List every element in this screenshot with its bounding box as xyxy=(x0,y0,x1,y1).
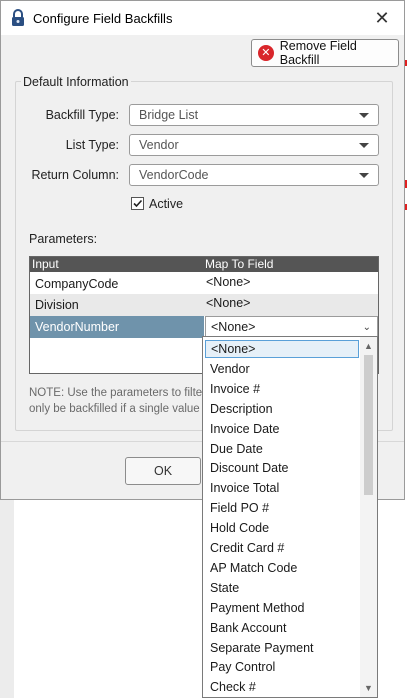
list-type-value: Vendor xyxy=(139,138,179,152)
dropdown-option[interactable]: Hold Code xyxy=(209,519,360,537)
dropdown-option[interactable]: Field PO # xyxy=(209,499,360,517)
dropdown-scrollbar[interactable]: ▲ ▼ xyxy=(360,337,377,697)
dropdown-option[interactable]: AP Match Code xyxy=(209,559,360,577)
scroll-up-icon[interactable]: ▲ xyxy=(360,339,377,353)
dropdown-arrow-icon xyxy=(359,113,369,118)
dropdown-option[interactable]: State xyxy=(209,579,360,597)
dropdown-option[interactable]: Vendor xyxy=(209,360,360,378)
row-input-cell: VendorNumber xyxy=(35,320,120,334)
close-button[interactable]: ✕ xyxy=(368,5,396,31)
active-label: Active xyxy=(149,197,184,211)
dropdown-option[interactable]: Pay Control xyxy=(209,658,360,676)
dropdown-option[interactable]: Invoice Date xyxy=(209,420,360,438)
backfill-type-label: Backfill Type: xyxy=(45,108,119,122)
table-row[interactable]: Division <None> xyxy=(30,294,378,316)
table-row[interactable]: CompanyCode <None> xyxy=(30,273,378,295)
dropdown-option[interactable]: Invoice Total xyxy=(209,479,360,497)
grid-header: Input Map To Field xyxy=(30,257,378,272)
dropdown-option[interactable]: Description xyxy=(209,400,360,418)
chevron-down-icon: ⌄ xyxy=(362,322,371,333)
map-to-field-editor[interactable]: <None> ⌄ xyxy=(205,316,378,338)
dropdown-option[interactable]: Discount Date xyxy=(209,459,360,477)
row-map-cell: <None> xyxy=(211,320,256,334)
return-column-value: VendorCode xyxy=(139,168,209,182)
ok-button[interactable]: OK xyxy=(125,457,201,485)
backfill-type-select[interactable]: Bridge List xyxy=(129,104,379,126)
table-row-selected[interactable]: VendorNumber <None> ⌄ xyxy=(30,316,378,338)
dropdown-arrow-icon xyxy=(359,173,369,178)
dropdown-option[interactable]: Bank Account xyxy=(209,619,360,637)
dropdown-option[interactable]: Check # xyxy=(209,678,360,696)
backfill-type-value: Bridge List xyxy=(139,108,199,122)
checkmark-icon xyxy=(133,199,143,208)
scroll-down-icon[interactable]: ▼ xyxy=(360,681,377,695)
active-checkbox[interactable] xyxy=(131,197,144,210)
return-column-label: Return Column: xyxy=(31,168,119,182)
dropdown-option[interactable]: Invoice # xyxy=(209,380,360,398)
title-bar: Configure Field Backfills ✕ xyxy=(1,1,404,35)
dialog-title: Configure Field Backfills xyxy=(33,11,173,26)
dropdown-option[interactable]: Due Date xyxy=(209,440,360,458)
return-column-select[interactable]: VendorCode xyxy=(129,164,379,186)
dropdown-option[interactable]: Payment Method xyxy=(209,599,360,617)
group-title: Default Information xyxy=(21,75,131,89)
column-header-input: Input xyxy=(32,257,59,271)
column-header-map-to-field: Map To Field xyxy=(205,257,274,271)
dropdown-option[interactable]: <None> xyxy=(205,340,359,358)
parameters-label: Parameters: xyxy=(29,232,98,246)
row-map-cell: <None> xyxy=(206,296,251,310)
dropdown-option[interactable]: Separate Payment xyxy=(209,639,360,657)
scroll-thumb[interactable] xyxy=(364,355,373,495)
map-to-field-dropdown-list[interactable]: <None> Vendor Invoice # Description Invoice … xyxy=(202,336,378,698)
list-type-label: List Type: xyxy=(65,138,119,152)
list-type-select[interactable]: Vendor xyxy=(129,134,379,156)
lock-icon xyxy=(12,9,24,26)
row-input-cell: Division xyxy=(35,298,79,312)
remove-field-backfill-button[interactable]: ✕ Remove Field Backfill xyxy=(251,39,399,67)
remove-icon: ✕ xyxy=(258,45,274,61)
dropdown-option[interactable]: Credit Card # xyxy=(209,539,360,557)
remove-button-label: Remove Field Backfill xyxy=(279,39,357,67)
dropdown-arrow-icon xyxy=(359,143,369,148)
row-input-cell: CompanyCode xyxy=(35,277,119,291)
row-map-cell: <None> xyxy=(206,275,251,289)
